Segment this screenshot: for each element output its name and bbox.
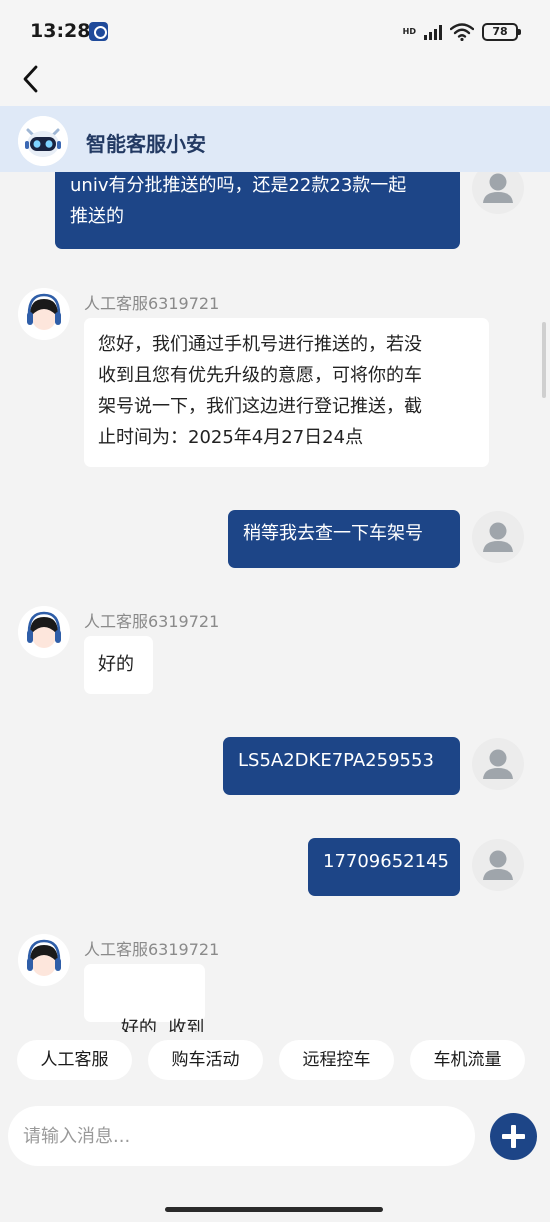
agent-avatar xyxy=(18,606,70,658)
user-avatar xyxy=(472,839,524,891)
chevron-left-icon[interactable] xyxy=(18,62,48,102)
quick-reply-chip[interactable]: 人工客服 xyxy=(17,1040,132,1080)
agent-avatar xyxy=(18,934,70,986)
message-text-line: 架号说一下，我们这边进行登记推送，截 xyxy=(98,396,422,417)
user-avatar xyxy=(472,738,524,790)
app-icon xyxy=(89,22,108,41)
quick-reply-chip[interactable]: 购车活动 xyxy=(148,1040,263,1080)
signal-icon xyxy=(424,24,442,40)
incoming-message: 好的 xyxy=(84,636,153,694)
message-text-line: 推送的 xyxy=(70,206,124,227)
robot-avatar-icon xyxy=(18,116,68,166)
status-bar: 13:28 HD 78 xyxy=(0,0,550,62)
agent-name: 人工客服6319721 xyxy=(84,612,220,631)
nav-bar xyxy=(0,62,550,106)
outgoing-message: univ有分批推送的吗，还是22款23款一起 推送的 xyxy=(55,172,460,249)
message-text-line: univ有分批推送的吗，还是22款23款一起 xyxy=(70,175,407,196)
chat-header: 智能客服小安 xyxy=(0,106,550,172)
message-text-line: 您好，我们通过手机号进行推送的，若没 xyxy=(98,334,422,355)
message-text: 稍等我去查一下车架号 xyxy=(243,523,423,544)
message-text: 好的 xyxy=(98,654,134,675)
quick-reply-chip[interactable]: 远程控车 xyxy=(279,1040,394,1080)
home-indicator[interactable] xyxy=(165,1207,383,1212)
user-avatar xyxy=(472,511,524,563)
incoming-message: 好的 收到 xyxy=(84,964,205,1032)
message-text-line: 止时间为：2025年4月27日24点 xyxy=(98,427,364,448)
incoming-message: 您好，我们通过手机号进行推送的，若没 收到且您有优先升级的意愿，可将你的车 架号… xyxy=(84,318,489,467)
plus-icon[interactable] xyxy=(490,1113,537,1160)
status-icons: HD 78 xyxy=(402,22,521,42)
agent-name: 人工客服6319721 xyxy=(84,294,220,313)
message-text: LS5A2DKE7PA259553 xyxy=(238,750,434,771)
message-text: 17709652145 xyxy=(323,851,449,872)
message-list[interactable]: univ有分批推送的吗，还是22款23款一起 推送的 人工客服6319721 您… xyxy=(0,172,550,1032)
quick-reply-chip[interactable]: 车机流量 xyxy=(410,1040,525,1080)
agent-name: 人工客服6319721 xyxy=(84,940,220,959)
battery-icon: 78 xyxy=(482,23,521,41)
status-time: 13:28 xyxy=(30,20,91,42)
hd-label: HD xyxy=(402,27,416,36)
wifi-icon xyxy=(450,23,474,41)
chat-title: 智能客服小安 xyxy=(86,132,206,156)
composer xyxy=(0,1094,550,1222)
outgoing-message: LS5A2DKE7PA259553 xyxy=(223,737,460,795)
message-text: 好的 收到 xyxy=(120,1018,205,1032)
agent-avatar xyxy=(18,288,70,340)
quick-reply-bar: 人工客服 购车活动 远程控车 车机流量 xyxy=(0,1032,550,1094)
outgoing-message: 稍等我去查一下车架号 xyxy=(228,510,460,568)
outgoing-message: 17709652145 xyxy=(308,838,460,896)
user-avatar xyxy=(472,172,524,214)
message-input[interactable] xyxy=(8,1106,475,1166)
message-text-line: 收到且您有优先升级的意愿，可将你的车 xyxy=(98,365,422,386)
scrollbar[interactable] xyxy=(542,322,546,398)
